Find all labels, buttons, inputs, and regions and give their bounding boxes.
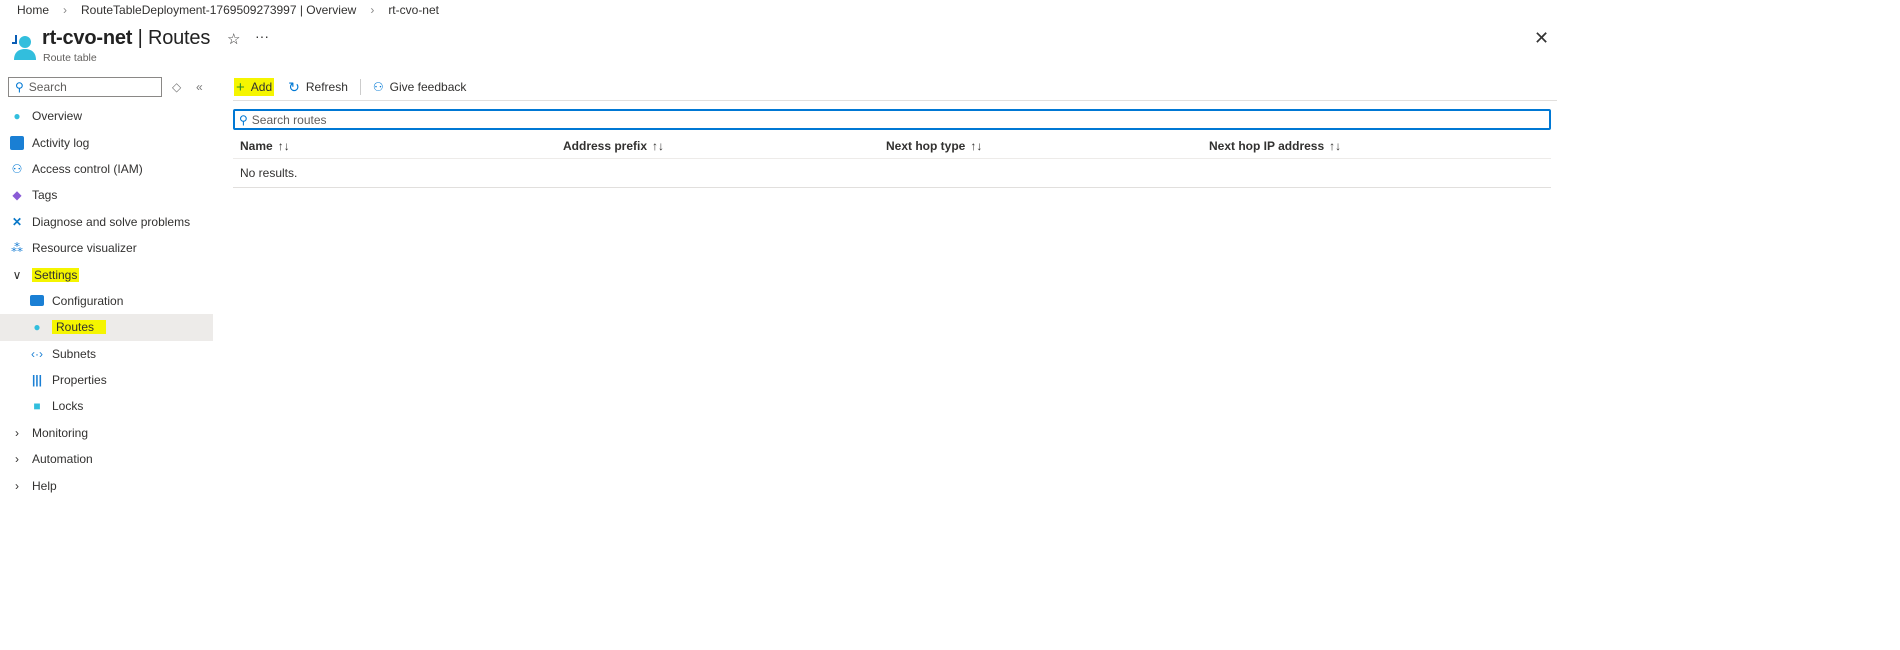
route-table-icon: ● bbox=[13, 109, 21, 124]
table-header: Name ↑↓ Address prefix ↑↓ Next hop type ↑↓ … bbox=[233, 133, 1551, 159]
empty-state: No results. bbox=[233, 159, 1551, 188]
sidebar-group-automation[interactable]: › Automation bbox=[0, 446, 213, 472]
sidebar-group-monitoring[interactable]: › Monitoring bbox=[0, 420, 213, 446]
collapse-sidebar-icon[interactable]: « bbox=[196, 80, 203, 94]
plus-icon: + bbox=[236, 78, 245, 96]
refresh-icon: ↻ bbox=[288, 78, 300, 95]
sidebar-item-routes[interactable]: ● Routes bbox=[0, 314, 213, 341]
route-table-icon: ● bbox=[33, 320, 41, 335]
breadcrumb-current[interactable]: rt-cvo-net bbox=[388, 3, 439, 17]
sort-icon[interactable]: ↑↓ bbox=[1329, 139, 1341, 153]
sidebar-item-locks[interactable]: ■ Locks bbox=[0, 393, 213, 419]
configuration-icon bbox=[30, 295, 44, 307]
sidebar-item-activity-log[interactable]: Activity log bbox=[0, 129, 213, 155]
search-icon: ⚲ bbox=[239, 112, 248, 127]
resource-type: Route table bbox=[43, 52, 97, 64]
favorite-star-icon[interactable]: ☆ bbox=[227, 30, 240, 48]
sidebar-item-overview[interactable]: ● Overview bbox=[0, 103, 213, 129]
sidebar-item-properties[interactable]: ||| Properties bbox=[0, 367, 213, 393]
toolbar-divider bbox=[359, 79, 361, 95]
lock-icon: ■ bbox=[33, 399, 41, 414]
feedback-icon: ⚇ bbox=[372, 80, 384, 94]
iam-icon: ⚇ bbox=[11, 161, 23, 176]
chevron-right-icon: › bbox=[370, 3, 375, 17]
sidebar-item-tags[interactable]: ◆ Tags bbox=[0, 182, 213, 208]
sidebar-item-resource-visualizer[interactable]: ⁂ Resource visualizer bbox=[0, 235, 213, 261]
column-next-hop-type[interactable]: Next hop type ↑↓ bbox=[879, 139, 1202, 153]
sidebar-nav: ● Overview Activity log ⚇ Access control (… bbox=[0, 103, 213, 499]
properties-icon: ||| bbox=[31, 373, 43, 388]
expand-collapse-icon[interactable]: ◇ bbox=[172, 80, 181, 94]
breadcrumb-deployment[interactable]: RouteTableDeployment-1769509273997 | Ove… bbox=[81, 3, 356, 17]
sort-icon[interactable]: ↑↓ bbox=[970, 139, 982, 153]
search-routes-input[interactable]: ⚲ Search routes bbox=[233, 109, 1551, 130]
command-bar: + Add ↻ Refresh ⚇ Give feedback bbox=[234, 78, 472, 96]
more-options-icon[interactable]: ··· bbox=[255, 28, 269, 44]
feedback-button[interactable]: ⚇ Give feedback bbox=[367, 78, 472, 96]
sidebar-item-diagnose[interactable]: ✕ Diagnose and solve problems bbox=[0, 209, 213, 235]
sidebar-group-help[interactable]: › Help bbox=[0, 472, 213, 498]
search-icon: ⚲ bbox=[15, 80, 24, 94]
subnet-icon: ‹·› bbox=[31, 346, 43, 361]
column-next-hop-ip[interactable]: Next hop IP address ↑↓ bbox=[1202, 139, 1525, 153]
chevron-right-icon: › bbox=[63, 3, 68, 17]
sidebar-search-input[interactable]: ⚲ Search bbox=[8, 77, 162, 97]
visualizer-icon: ⁂ bbox=[11, 241, 23, 256]
refresh-button[interactable]: ↻ Refresh bbox=[282, 78, 354, 96]
route-table-icon bbox=[12, 35, 36, 60]
chevron-right-icon: › bbox=[15, 478, 19, 493]
divider bbox=[233, 100, 1557, 101]
add-button[interactable]: + Add bbox=[234, 78, 275, 96]
sidebar-item-configuration[interactable]: Configuration bbox=[0, 288, 213, 314]
sidebar-item-subnets[interactable]: ‹·› Subnets bbox=[0, 341, 213, 367]
wrench-icon: ✕ bbox=[11, 214, 23, 229]
sort-icon[interactable]: ↑↓ bbox=[652, 139, 664, 153]
chevron-down-icon: ∨ bbox=[12, 267, 22, 282]
sidebar-group-settings[interactable]: ∨ Settings bbox=[0, 261, 213, 287]
close-icon[interactable]: ✕ bbox=[1534, 28, 1549, 49]
column-name[interactable]: Name ↑↓ bbox=[233, 139, 556, 153]
tag-icon: ◆ bbox=[12, 188, 22, 203]
chevron-right-icon: › bbox=[15, 452, 19, 467]
column-address-prefix[interactable]: Address prefix ↑↓ bbox=[556, 139, 879, 153]
sidebar-item-iam[interactable]: ⚇ Access control (IAM) bbox=[0, 156, 213, 182]
page-title: rt-cvo-net | Routes bbox=[42, 27, 211, 49]
sort-icon[interactable]: ↑↓ bbox=[278, 139, 290, 153]
activity-log-icon bbox=[10, 135, 24, 150]
breadcrumb-home[interactable]: Home bbox=[17, 3, 49, 17]
chevron-right-icon: › bbox=[15, 425, 19, 440]
breadcrumb: Home › RouteTableDeployment-1769509273997… bbox=[17, 3, 439, 17]
